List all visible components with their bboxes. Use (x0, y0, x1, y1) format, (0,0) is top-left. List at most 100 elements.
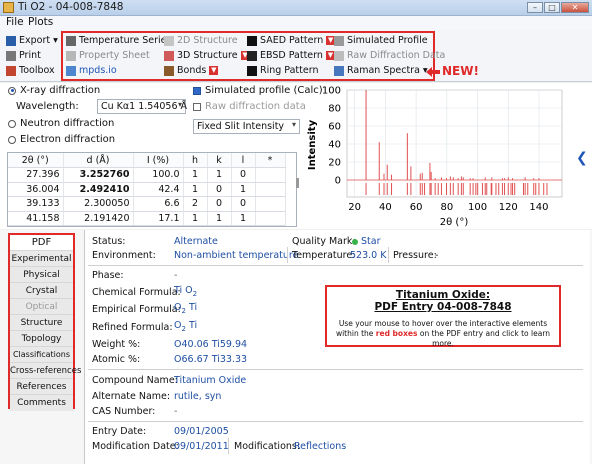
ebsd-pattern-button[interactable]: EBSD Pattern ▼ (247, 48, 335, 63)
raw-data-checkbox[interactable]: Raw diffraction data (193, 101, 306, 112)
structure-2d-button[interactable]: 2D Structure (164, 33, 238, 48)
minimize-button[interactable]: – (527, 2, 543, 13)
column-header-h[interactable]: h (183, 153, 208, 168)
mpds-icon (66, 65, 76, 76)
sidebar-item-comments[interactable]: Comments (10, 395, 73, 411)
chemical-formula-value: Ti O2 (174, 285, 197, 298)
table-row[interactable]: 27.396 3.252760 100.0 1 1 0 (8, 167, 286, 183)
column-header-k[interactable]: k (207, 153, 232, 168)
divider (88, 421, 583, 422)
table-row[interactable]: 41.158 2.191420 17.1 1 1 1 (8, 211, 286, 226)
sidebar-item-classifications[interactable]: Classifications (10, 347, 73, 363)
saed-pattern-button[interactable]: SAED Pattern ▼ (247, 33, 336, 48)
sidebar-item-structure[interactable]: Structure (10, 315, 73, 331)
chart-x-tick-label: 20 (348, 202, 361, 213)
entry-date-label: Entry Date: (92, 426, 147, 437)
chevron-down-icon: ▾ (177, 100, 182, 109)
info-subtitle: PDF Entry 04-008-7848 (374, 301, 512, 313)
toolbox-button[interactable]: Toolbox (6, 63, 55, 78)
divider (88, 265, 583, 266)
sidebar-item-optical[interactable]: Optical (10, 299, 73, 315)
diffraction-pattern-chart[interactable]: 0 20 40 60 80 100 20 40 60 80 100 120 140 Intensity… (302, 85, 572, 227)
wavelength-select[interactable]: Cu Kα1 1.54056 Å ▾ (97, 99, 187, 114)
environment-label: Environment: (92, 250, 156, 261)
chevron-down-icon[interactable]: ▼ (209, 66, 219, 75)
sidebar-item-experimental[interactable]: Experimental (10, 251, 73, 267)
weight-percent-label: Weight %: (92, 339, 141, 350)
column-header-star[interactable]: * (255, 153, 286, 168)
cell-l: 1 (231, 182, 256, 197)
xray-radio[interactable]: X-ray diffraction (8, 85, 100, 96)
column-header-two-theta[interactable]: 2θ (°) (8, 153, 64, 168)
export-button[interactable]: Export ▾ (6, 33, 58, 48)
sidebar-item-physical[interactable]: Physical (10, 267, 73, 283)
intensity-mode-select[interactable]: Fixed Slit Intensity ▾ (193, 119, 300, 134)
temperature-label: Temperature: (292, 250, 356, 261)
bonds-button[interactable]: Bonds ▼ (164, 63, 219, 78)
cell-intensity: 17.1 (133, 211, 184, 226)
cell-d-spacing: 2.191420 (63, 211, 134, 226)
phase-label: Phase: (92, 270, 124, 281)
collapse-panel-icon[interactable]: ❮ (576, 150, 588, 166)
raw-diffraction-button[interactable]: Raw Diffraction Data (334, 48, 445, 63)
menu-plots[interactable]: Plots (28, 16, 53, 28)
quality-mark-value[interactable]: Star (352, 236, 380, 247)
cell-k: 1 (207, 167, 232, 183)
neutron-radio[interactable]: Neutron diffraction (8, 118, 114, 129)
structure-3d-button[interactable]: 3D Structure ▼ (164, 48, 250, 63)
cell-two-theta: 41.158 (8, 211, 64, 226)
quality-star-dot-icon (352, 238, 358, 245)
ebsd-label: EBSD Pattern (260, 50, 323, 61)
table-row[interactable]: 39.133 2.300050 6.6 2 0 0 (8, 196, 286, 212)
modifications-value[interactable]: Reflections (294, 441, 346, 452)
print-button[interactable]: Print (6, 48, 41, 63)
divider (228, 438, 229, 454)
chart-x-tick-label: 80 (440, 202, 453, 213)
raman-icon (334, 65, 344, 76)
property-sheet-button[interactable]: Property Sheet (66, 48, 150, 63)
info-text-part: on the PDF entry and click to learn more… (417, 329, 551, 348)
table-scrollbar-thumb[interactable] (296, 178, 299, 188)
sidebar-item-crystal[interactable]: Crystal (10, 283, 73, 299)
chart-x-tick-label: 100 (468, 202, 487, 213)
close-button[interactable]: ✕ (561, 2, 589, 13)
chart-y-tick-label: 0 (335, 176, 341, 187)
column-header-d-spacing[interactable]: d (Å) (63, 153, 134, 168)
formula-suffix: Ti (188, 302, 198, 313)
sidebar-item-cross-references[interactable]: Cross-references (10, 363, 81, 379)
maximize-button[interactable]: □ (544, 2, 560, 13)
chart-x-tick-label: 140 (529, 202, 548, 213)
electron-label: Electron diffraction (20, 134, 116, 145)
chart-y-tick-label: 80 (328, 104, 341, 115)
temperature-series-button[interactable]: Temperature Series (66, 33, 171, 48)
simulated-profile-button[interactable]: Simulated Profile (334, 33, 428, 48)
checkbox-empty-icon (193, 102, 201, 111)
sidebar-item-topology[interactable]: Topology (10, 331, 73, 347)
electron-radio[interactable]: Electron diffraction (8, 134, 115, 145)
empirical-formula-value: O2 Ti (174, 302, 197, 315)
divider (388, 247, 389, 263)
quality-mark-text: Star (361, 236, 381, 247)
raman-spectra-button[interactable]: Raman Spectra ▾ (334, 63, 428, 78)
cell-h: 1 (183, 211, 208, 226)
temperature-series-label: Temperature Series (79, 35, 172, 46)
export-label: Export (19, 35, 51, 46)
status-value: Alternate (174, 236, 218, 247)
peak-table[interactable]: 2θ (°) d (Å) I (%) h k l * 27.396 3.2527… (7, 152, 297, 227)
property-sheet-label: Property Sheet (79, 50, 150, 61)
column-header-intensity[interactable]: I (%) (133, 153, 184, 168)
structure-3d-icon (164, 50, 174, 61)
status-label: Status: (92, 236, 126, 247)
menu-file[interactable]: File (6, 16, 24, 28)
cell-intensity: 100.0 (133, 167, 184, 183)
cell-k: 0 (207, 182, 232, 197)
table-row[interactable]: 36.004 2.492410 42.4 1 0 1 (8, 182, 286, 197)
sidebar-item-pdf[interactable]: PDF (10, 235, 73, 251)
wavelength-label: Wavelength: (16, 101, 79, 112)
sidebar-item-references[interactable]: References (10, 379, 73, 395)
mpds-link[interactable]: mpds.io (66, 63, 117, 78)
temperature-icon (66, 35, 76, 46)
chart-y-tick-labels: 0 20 40 60 80 100 (322, 86, 341, 187)
column-header-l[interactable]: l (231, 153, 256, 168)
ring-pattern-button[interactable]: Ring Pattern (247, 63, 319, 78)
